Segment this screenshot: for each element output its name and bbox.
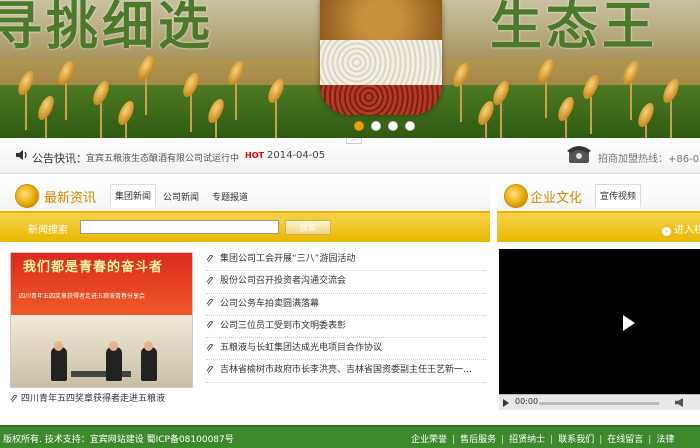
banner-right-text: 生态王 <box>490 0 659 57</box>
footer-link[interactable]: 联系我们 <box>558 435 594 445</box>
notice-link[interactable]: 宜宾五粮液生态酿酒有限公司试运行中 <box>86 151 239 164</box>
slider-dot-2[interactable] <box>371 121 381 131</box>
footer-links: 企业荣誉 | 售后服务 | 招贤纳士 | 联系我们 | 在线留言 | 法律 <box>411 432 674 445</box>
paperclip-icon <box>206 254 213 262</box>
play-button[interactable] <box>503 399 509 407</box>
news-item-title: 股份公司召开投资者沟通交流会 <box>220 276 347 287</box>
news-search-bar: 新闻搜索 搜索 <box>0 213 490 242</box>
hot-badge: HOT <box>245 151 264 160</box>
search-label: 新闻搜索 <box>28 225 68 236</box>
video-time: 00:00 <box>515 397 539 406</box>
page: 寻挑细选 生态王 ︿ 公告快讯： 宜宾五粮液生态酿酒有限公司试运行中 HOT 2… <box>0 0 700 448</box>
enter-column-label: 进入栏 <box>674 225 700 236</box>
slider-dot-1[interactable] <box>354 121 364 131</box>
video-player[interactable]: 00:00 <box>499 249 700 410</box>
news-title: 最新资讯 <box>44 191 97 206</box>
volume-icon[interactable] <box>675 398 683 407</box>
search-input[interactable] <box>80 220 279 234</box>
grain-jar-image <box>320 0 442 115</box>
notice-date: 2014-04-05 <box>267 150 326 161</box>
culture-section-header: 企业文化 宣传视频 <box>497 180 700 213</box>
paperclip-icon <box>206 276 213 285</box>
copyright-text: 版权所有. 技术支持：宜宾网站建设 蜀ICP备08100087号 <box>3 435 234 445</box>
footer-link[interactable]: 在线留言 <box>607 435 643 445</box>
enter-column-link[interactable]: › 进入栏 <box>662 221 700 236</box>
telephone-icon <box>567 146 591 163</box>
footer-separator: | <box>550 435 554 445</box>
video-progress[interactable] <box>539 402 659 405</box>
news-item-title: 五粮液与长虹集团达成光电项目合作协议 <box>220 343 383 354</box>
paperclip-icon <box>206 299 213 307</box>
medal-icon <box>15 184 39 208</box>
news-item-title: 集团公司工会开展“三八”游园活动 <box>220 254 356 264</box>
tab-company-news[interactable]: 公司新闻 <box>160 188 202 205</box>
news-item[interactable]: 公司三位员工受到市文明委表彰 <box>206 316 486 339</box>
poster-banner: 我们都是青春的奋斗者 四川青年五四奖章获得者走进五粮液青春分享会 <box>11 253 192 315</box>
news-item[interactable]: 公司公务车拍卖圆满落幕 <box>206 294 486 316</box>
news-section-header: 最新资讯 集团新闻 公司新闻 专题报道 <box>0 180 490 213</box>
notice-bar: ︿ 公告快讯： 宜宾五粮液生态酿酒有限公司试运行中 HOT 2014-04-05… <box>0 137 700 174</box>
culture-title: 企业文化 <box>530 191 583 206</box>
medal-icon <box>504 184 528 208</box>
paperclip-icon <box>206 365 213 374</box>
footer-separator: | <box>648 435 652 445</box>
slider-dots <box>354 121 415 131</box>
footer-separator: | <box>599 435 603 445</box>
video-controls: 00:00 <box>499 394 700 410</box>
footer-separator: | <box>501 435 505 445</box>
chevron-up-icon[interactable]: ︿ <box>346 137 362 144</box>
paperclip-icon <box>206 343 213 351</box>
footer-link[interactable]: 法律 <box>656 435 674 445</box>
footer: 版权所有. 技术支持：宜宾网站建设 蜀ICP备08100087号 企业荣誉 | 售后… <box>0 425 700 448</box>
footer-separator: | <box>452 435 456 445</box>
featured-caption[interactable]: 四川青年五四奖章获得者走进五粮液 <box>10 391 165 404</box>
news-item-title: 吉林省榆树市政府市长李洪亮、吉林省国资委副主任王艺新一… <box>220 365 473 376</box>
tab-special-reports[interactable]: 专题报道 <box>209 188 251 205</box>
tab-promo-video[interactable]: 宣传视频 <box>595 184 642 208</box>
featured-news-image[interactable]: 我们都是青春的奋斗者 四川青年五四奖章获得者走进五粮液青春分享会 <box>10 252 193 388</box>
notice-label: 公告快讯： <box>32 152 87 165</box>
footer-link[interactable]: 售后服务 <box>460 435 496 445</box>
featured-caption-text: 四川青年五四奖章获得者走进五粮液 <box>21 394 166 404</box>
news-item[interactable]: 五粮液与长虹集团达成光电项目合作协议 <box>206 338 486 361</box>
footer-link[interactable]: 企业荣誉 <box>411 435 447 445</box>
paperclip-icon <box>206 321 213 329</box>
slider-dot-4[interactable] <box>405 121 415 131</box>
news-item-title: 公司公务车拍卖圆满落幕 <box>220 298 320 309</box>
news-item[interactable]: 吉林省榆树市政府市长李洪亮、吉林省国资委副主任王艺新一… <box>206 360 486 383</box>
banner-left-text: 寻挑细选 <box>0 0 215 57</box>
news-item[interactable]: 集团公司工会开展“三八”游园活动 <box>206 249 486 272</box>
play-icon[interactable] <box>623 315 635 331</box>
slider-dot-3[interactable] <box>388 121 398 131</box>
banner-slider[interactable]: 寻挑细选 生态王 <box>0 0 700 138</box>
news-item[interactable]: 股份公司召开投资者沟通交流会 <box>206 271 486 294</box>
tab-group-news[interactable]: 集团新闻 <box>110 184 157 208</box>
stage-photo <box>11 315 192 387</box>
speaker-icon <box>16 150 27 160</box>
poster-title: 我们都是青春的奋斗者 <box>23 260 164 275</box>
news-list: 集团公司工会开展“三八”游园活动 股份公司召开投资者沟通交流会 公司公务车拍卖圆满落… <box>206 249 486 383</box>
arrow-right-icon: › <box>662 227 671 236</box>
poster-subtitle: 四川青年五四奖章获得者走进五粮液青春分享会 <box>19 293 146 300</box>
paperclip-icon <box>10 394 17 402</box>
footer-link[interactable]: 招贤纳士 <box>509 435 545 445</box>
hotline-text: 招商加盟热线：+86-02 <box>598 154 700 165</box>
search-button[interactable]: 搜索 <box>285 220 331 235</box>
news-item-title: 公司三位员工受到市文明委表彰 <box>220 320 347 331</box>
